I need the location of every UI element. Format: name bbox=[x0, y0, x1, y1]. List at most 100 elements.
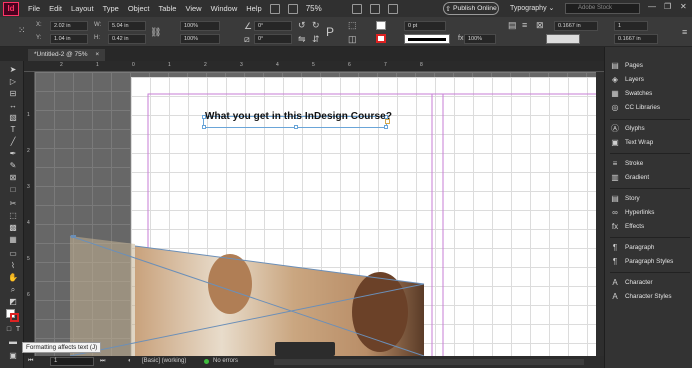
screen-mode-icon[interactable] bbox=[369, 3, 380, 14]
rotate-ccw-icon[interactable]: ↺ bbox=[298, 20, 306, 30]
eyedropper-tool-icon[interactable]: ⌇ bbox=[7, 261, 19, 271]
panel-layers[interactable]: ◈ Layers bbox=[610, 73, 690, 86]
menu-object[interactable]: Object bbox=[128, 4, 150, 13]
offset-field-2[interactable]: 0.1667 in bbox=[614, 34, 658, 44]
arrange-documents-icon[interactable] bbox=[387, 3, 398, 14]
y-field[interactable]: 1.04 in bbox=[50, 34, 88, 44]
shear-field[interactable]: 0° bbox=[254, 34, 292, 44]
gradient-swatch-tool-icon[interactable]: ▩ bbox=[7, 223, 19, 233]
vertical-scrollbar[interactable] bbox=[596, 72, 604, 356]
panel-effects[interactable]: fx Effects bbox=[610, 220, 690, 233]
gap-tool-icon[interactable]: ↔ bbox=[7, 101, 19, 111]
maximize-button[interactable]: ❐ bbox=[664, 2, 671, 11]
first-page-icon[interactable]: ⏮ bbox=[28, 358, 33, 365]
content-collector-icon[interactable]: ▧ bbox=[7, 113, 19, 123]
select-container-icon[interactable]: ⬚ bbox=[348, 20, 357, 30]
selection-tool-icon[interactable]: ➤ bbox=[7, 65, 19, 75]
close-tab-icon[interactable]: × bbox=[95, 51, 99, 58]
scale-y-field[interactable]: 100% bbox=[180, 34, 220, 44]
direct-selection-tool-icon[interactable]: ▷ bbox=[7, 77, 19, 87]
scale-x-field[interactable]: 100% bbox=[180, 21, 220, 31]
stroke-type-dropdown[interactable] bbox=[404, 34, 450, 44]
menu-view[interactable]: View bbox=[185, 4, 201, 13]
adobe-stock-search[interactable]: Adobe Stock bbox=[565, 3, 640, 14]
height-field[interactable]: 0.42 in bbox=[108, 34, 146, 44]
vertical-ruler[interactable]: 1 2 3 4 5 6 bbox=[24, 72, 35, 356]
next-page-icon[interactable]: ⏭ bbox=[100, 358, 105, 365]
view-options-icon[interactable] bbox=[351, 3, 362, 14]
horizontal-ruler[interactable]: 2 1 0 1 2 3 4 5 6 7 8 bbox=[24, 61, 604, 72]
panel-paragraph-styles[interactable]: ¶ Paragraph Styles bbox=[610, 255, 690, 268]
rectangle-frame-tool-icon[interactable]: ⊠ bbox=[7, 173, 19, 183]
preflight-profile-icon[interactable]: ◐ bbox=[128, 358, 132, 364]
panel-stroke[interactable]: ≡ Stroke bbox=[610, 157, 690, 170]
frame-fitting-field[interactable] bbox=[546, 34, 580, 44]
offset-field-1[interactable]: 0.1667 in bbox=[554, 21, 598, 31]
panel-pages[interactable]: ▤ Pages bbox=[610, 59, 690, 72]
reference-point-icon[interactable]: ⁙ bbox=[18, 25, 26, 35]
x-field[interactable]: 2.02 in bbox=[50, 21, 88, 31]
panel-text-wrap[interactable]: ▣ Text Wrap bbox=[610, 136, 690, 149]
frame-handle[interactable] bbox=[384, 125, 388, 129]
text-frame-icon[interactable]: P bbox=[326, 26, 334, 38]
page-tool-icon[interactable]: ⊟ bbox=[7, 89, 19, 99]
scissors-tool-icon[interactable]: ✂ bbox=[7, 199, 19, 209]
rectangle-tool-icon[interactable]: □ bbox=[7, 185, 19, 195]
publish-online-button[interactable]: ⇧ Publish Online bbox=[443, 2, 499, 15]
zoom-level[interactable]: 75% bbox=[306, 4, 322, 13]
apply-color-icon[interactable]: ▬ bbox=[7, 337, 19, 347]
screen-mode-tool-icon[interactable]: ▣ bbox=[7, 351, 19, 361]
free-transform-tool-icon[interactable]: ⬚ bbox=[7, 211, 19, 221]
zoom-tool-icon[interactable]: ⌕ bbox=[7, 285, 19, 295]
hand-tool-icon[interactable]: ✋ bbox=[7, 273, 19, 283]
align-icon[interactable]: ≡ bbox=[522, 20, 527, 30]
page-number-field[interactable]: 1 bbox=[50, 357, 94, 366]
frame-handle[interactable] bbox=[202, 125, 206, 129]
panel-paragraph[interactable]: ¶ Paragraph bbox=[610, 241, 690, 254]
hamburger-menu-icon[interactable]: ≡ bbox=[682, 27, 687, 37]
opacity-field[interactable]: 100% bbox=[464, 34, 496, 44]
effects-icon[interactable]: fx bbox=[458, 34, 463, 44]
pen-tool-icon[interactable]: ✒ bbox=[7, 149, 19, 159]
flip-horizontal-icon[interactable]: ⇋ bbox=[298, 34, 306, 44]
close-button[interactable]: ✕ bbox=[680, 2, 687, 11]
panel-cc-libraries[interactable]: ◎ CC Libraries bbox=[610, 101, 690, 114]
select-content-icon[interactable]: ◫ bbox=[348, 34, 357, 44]
menu-help[interactable]: Help bbox=[246, 4, 261, 13]
menu-table[interactable]: Table bbox=[159, 4, 177, 13]
columns-field[interactable]: 1 bbox=[614, 21, 648, 31]
fill-swatch[interactable] bbox=[376, 21, 386, 30]
line-tool-icon[interactable]: ╱ bbox=[7, 137, 19, 147]
bridge-icon[interactable] bbox=[269, 3, 280, 14]
note-tool-icon[interactable]: ▭ bbox=[7, 249, 19, 259]
panel-character[interactable]: A Character bbox=[610, 276, 690, 289]
stroke-swatch[interactable] bbox=[376, 34, 386, 43]
headline-text[interactable]: What you get in this InDesign Course? bbox=[205, 111, 392, 122]
pencil-tool-icon[interactable]: ✎ bbox=[7, 161, 19, 171]
auto-fit-icon[interactable]: ⊠ bbox=[536, 20, 544, 30]
panel-character-styles[interactable]: A Character Styles bbox=[610, 290, 690, 303]
fill-stroke-proxy[interactable] bbox=[6, 309, 20, 323]
menu-window[interactable]: Window bbox=[211, 4, 238, 13]
menu-file[interactable]: File bbox=[28, 4, 40, 13]
preflight-profile[interactable]: [Basic] (working) bbox=[142, 358, 186, 364]
menu-edit[interactable]: Edit bbox=[49, 4, 62, 13]
document-tab[interactable]: *Untitled-2 @ 75% × bbox=[28, 49, 106, 61]
formatting-affects-text-icon[interactable]: T bbox=[12, 325, 24, 335]
menu-type[interactable]: Type bbox=[103, 4, 119, 13]
preflight-errors[interactable]: No errors bbox=[213, 358, 238, 364]
stroke-weight-field[interactable]: 0 pt bbox=[404, 21, 446, 31]
constrain-proportions-icon[interactable]: ⛓ bbox=[150, 27, 161, 37]
text-wrap-icon[interactable]: ▤ bbox=[508, 20, 517, 30]
minimize-button[interactable]: — bbox=[648, 2, 656, 11]
gradient-feather-tool-icon[interactable]: ▦ bbox=[7, 235, 19, 245]
panel-story[interactable]: ▤ Story bbox=[610, 192, 690, 205]
rotate-field[interactable]: 0° bbox=[254, 21, 292, 31]
flip-vertical-icon[interactable]: ⇵ bbox=[312, 34, 320, 44]
horizontal-scrollbar[interactable] bbox=[274, 359, 584, 365]
width-field[interactable]: 5.04 in bbox=[108, 21, 146, 31]
default-colors-icon[interactable]: ◩ bbox=[7, 297, 19, 307]
panel-glyphs[interactable]: Ⓐ Glyphs bbox=[610, 122, 690, 135]
stock-icon[interactable] bbox=[287, 3, 298, 14]
type-tool-icon[interactable]: T bbox=[7, 125, 19, 135]
